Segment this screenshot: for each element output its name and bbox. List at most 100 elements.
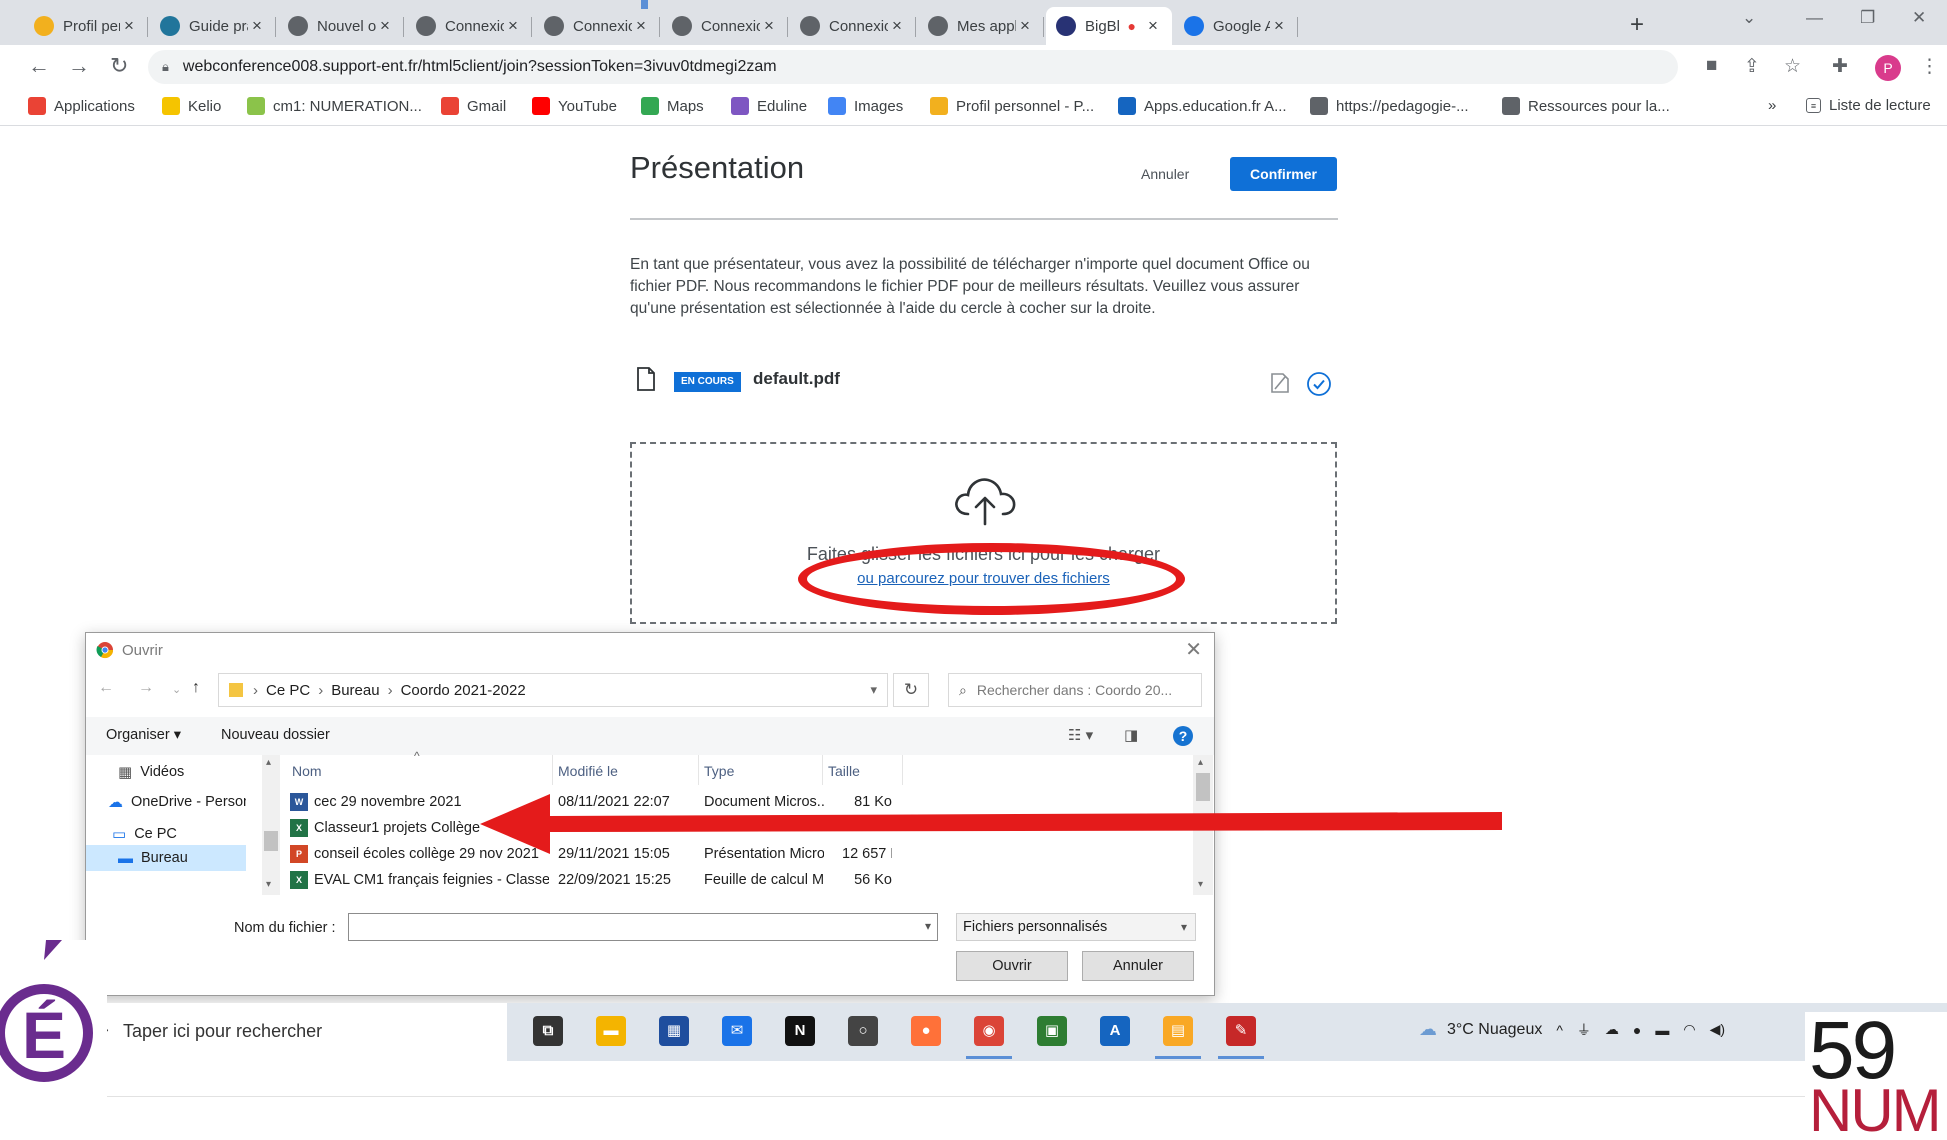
file-row[interactable]: X EVAL CM1 français feignies - Classe Mme… <box>282 867 1182 893</box>
confirm-button[interactable]: Confirmer <box>1230 157 1337 191</box>
scroll-up-icon[interactable]: ▴ <box>1198 757 1203 768</box>
chevron-down-icon[interactable]: ▾ <box>925 919 931 933</box>
reading-list-button[interactable]: ≡ Liste de lecture <box>1806 97 1931 114</box>
filename-input[interactable]: ▾ <box>348 913 938 941</box>
column-header[interactable]: Nom <box>292 763 322 779</box>
back-arrow-icon[interactable]: ← <box>28 53 50 79</box>
nav-item[interactable]: ▦ Vidéos <box>86 759 246 785</box>
tab-close-icon[interactable]: × <box>1270 16 1288 36</box>
tab-close-icon[interactable]: × <box>1016 16 1034 36</box>
bookmark-star-icon[interactable]: ☆ <box>1784 55 1801 78</box>
restore-icon[interactable]: ❐ <box>1860 8 1875 28</box>
tab-close-icon[interactable]: × <box>376 16 394 36</box>
tab-close-icon[interactable]: × <box>248 16 266 36</box>
file-explorer-icon[interactable]: ▬ <box>596 1016 626 1046</box>
organize-menu-button[interactable]: Organiser ▾ <box>106 727 181 743</box>
breadcrumb-this-pc[interactable]: Ce PC <box>266 682 310 699</box>
store-icon[interactable]: ▦ <box>659 1016 689 1046</box>
camera-icon[interactable]: ■ <box>1706 55 1717 77</box>
reload-icon[interactable]: ↻ <box>110 53 128 79</box>
bookmark-item[interactable]: Apps.education.fr A... <box>1118 97 1287 115</box>
column-header[interactable]: Type <box>704 763 734 779</box>
browser-tab[interactable]: Connexion× <box>534 7 660 45</box>
screen-share-icon[interactable]: ▣ <box>1037 1016 1067 1046</box>
bookmark-item[interactable]: Ressources pour la... <box>1502 97 1670 115</box>
navigation-scrollbar[interactable]: ▴ ▾ <box>262 755 280 895</box>
tab-search-icon[interactable]: ⌄ <box>1742 8 1756 28</box>
bookmark-item[interactable]: cm1: NUMERATION... <box>247 97 422 115</box>
menu-kebab-icon[interactable]: ⋮ <box>1920 55 1939 78</box>
tab-close-icon[interactable]: × <box>1144 16 1162 36</box>
browser-tab[interactable]: Connexion× <box>662 7 788 45</box>
dialog-address-bar[interactable]: › Ce PC › Bureau › Coordo 2021-2022 ▾ <box>218 673 888 707</box>
bookmark-item[interactable]: Eduline <box>731 97 807 115</box>
dialog-forward-icon[interactable]: → <box>138 679 154 697</box>
breadcrumb-desktop[interactable]: Bureau <box>331 682 379 699</box>
up-folder-icon[interactable]: ↑ <box>192 679 200 697</box>
scrollbar-thumb[interactable] <box>264 831 278 851</box>
scroll-down-icon[interactable]: ▾ <box>1198 879 1203 890</box>
extensions-puzzle-icon[interactable]: ✚ <box>1832 55 1848 78</box>
filetype-select[interactable]: Fichiers personnalisés ▾ <box>956 913 1196 941</box>
notion-icon[interactable]: N <box>785 1016 815 1046</box>
refresh-icon[interactable]: ↻ <box>893 673 929 707</box>
help-icon[interactable]: ? <box>1173 726 1193 746</box>
chrome-icon[interactable]: ◉ <box>974 1016 1004 1046</box>
nav-item[interactable]: ☁ OneDrive - Person <box>86 789 246 815</box>
wifi-icon[interactable]: ◠ <box>1683 1021 1695 1038</box>
bookmark-item[interactable]: Applications <box>28 97 135 115</box>
browser-tab[interactable]: Connexion× <box>406 7 532 45</box>
battery-icon[interactable]: ▬ <box>1655 1022 1669 1038</box>
download-toggle-icon[interactable] <box>1268 371 1292 395</box>
tbi-icon[interactable]: A <box>1100 1016 1130 1046</box>
browser-tab[interactable]: Google Ag× <box>1174 7 1298 45</box>
tab-close-icon[interactable]: × <box>888 16 906 36</box>
dialog-close-icon[interactable]: ✕ <box>1185 637 1202 662</box>
recent-locations-icon[interactable]: ⌄ <box>172 683 181 696</box>
bookmark-item[interactable]: Profil personnel - P... <box>930 97 1094 115</box>
browser-tab[interactable]: Mes applica× <box>918 7 1044 45</box>
tab-close-icon[interactable]: × <box>120 16 138 36</box>
task-view-icon[interactable]: ⧉ <box>533 1016 563 1046</box>
scroll-up-icon[interactable]: ▴ <box>266 757 271 768</box>
weather-text[interactable]: 3°C Nuageux <box>1447 1021 1542 1039</box>
open-button[interactable]: Ouvrir <box>956 951 1068 981</box>
new-tab-button[interactable]: + <box>1630 11 1644 39</box>
column-header[interactable]: Modifié le <box>558 763 618 779</box>
usb-icon[interactable]: ⏚ <box>1577 1020 1591 1040</box>
dialog-back-icon[interactable]: ← <box>98 679 114 697</box>
dialog-search-input[interactable]: ⌕ Rechercher dans : Coordo 20... <box>948 673 1202 707</box>
more-bookmarks-button[interactable]: » <box>1768 97 1776 114</box>
browser-tab[interactable]: Connexion× <box>790 7 916 45</box>
browser-tab[interactable]: BigBlue ● × <box>1046 7 1172 45</box>
address-bar[interactable]: 🔒︎ webconference008.support-ent.fr/html5… <box>148 50 1678 84</box>
bookmark-item[interactable]: YouTube <box>532 97 617 115</box>
cortana-icon[interactable]: ○ <box>848 1016 878 1046</box>
browser-tab[interactable]: Nouvel ong× <box>278 7 404 45</box>
forward-arrow-icon[interactable]: → <box>68 53 90 79</box>
nav-item[interactable]: ▭ Ce PC <box>86 821 246 847</box>
close-window-icon[interactable]: ✕ <box>1912 8 1926 28</box>
column-header[interactable]: Taille <box>828 763 860 779</box>
firefox-icon[interactable]: ● <box>911 1016 941 1046</box>
bookmark-item[interactable]: Gmail <box>441 97 506 115</box>
preview-pane-icon[interactable]: ◨ <box>1124 726 1138 744</box>
volume-icon[interactable]: ◀︎) <box>1710 1021 1725 1038</box>
browser-tab[interactable]: Guide prati× <box>150 7 276 45</box>
bookmark-item[interactable]: Kelio <box>162 97 221 115</box>
minimize-icon[interactable]: — <box>1806 8 1823 28</box>
view-options-icon[interactable]: ☷ ▾ <box>1068 726 1093 744</box>
chevron-down-icon[interactable]: ▾ <box>870 682 877 698</box>
bookmark-item[interactable]: https://pedagogie-... <box>1310 97 1469 115</box>
notes-icon[interactable]: ▤ <box>1163 1016 1193 1046</box>
chevron-up-icon[interactable]: ^ <box>1556 1022 1563 1038</box>
nav-item[interactable]: ▬ Bureau <box>86 845 246 871</box>
scroll-down-icon[interactable]: ▾ <box>266 879 271 890</box>
paint-icon[interactable]: ✎ <box>1226 1016 1256 1046</box>
bookmark-item[interactable]: Images <box>828 97 903 115</box>
tab-close-icon[interactable]: × <box>632 16 650 36</box>
microphone-icon[interactable]: ● <box>1633 1022 1641 1038</box>
browser-tab[interactable]: Profil perso× <box>24 7 148 45</box>
onedrive-icon[interactable]: ☁ <box>1605 1021 1619 1038</box>
cancel-button[interactable]: Annuler <box>1141 166 1189 182</box>
